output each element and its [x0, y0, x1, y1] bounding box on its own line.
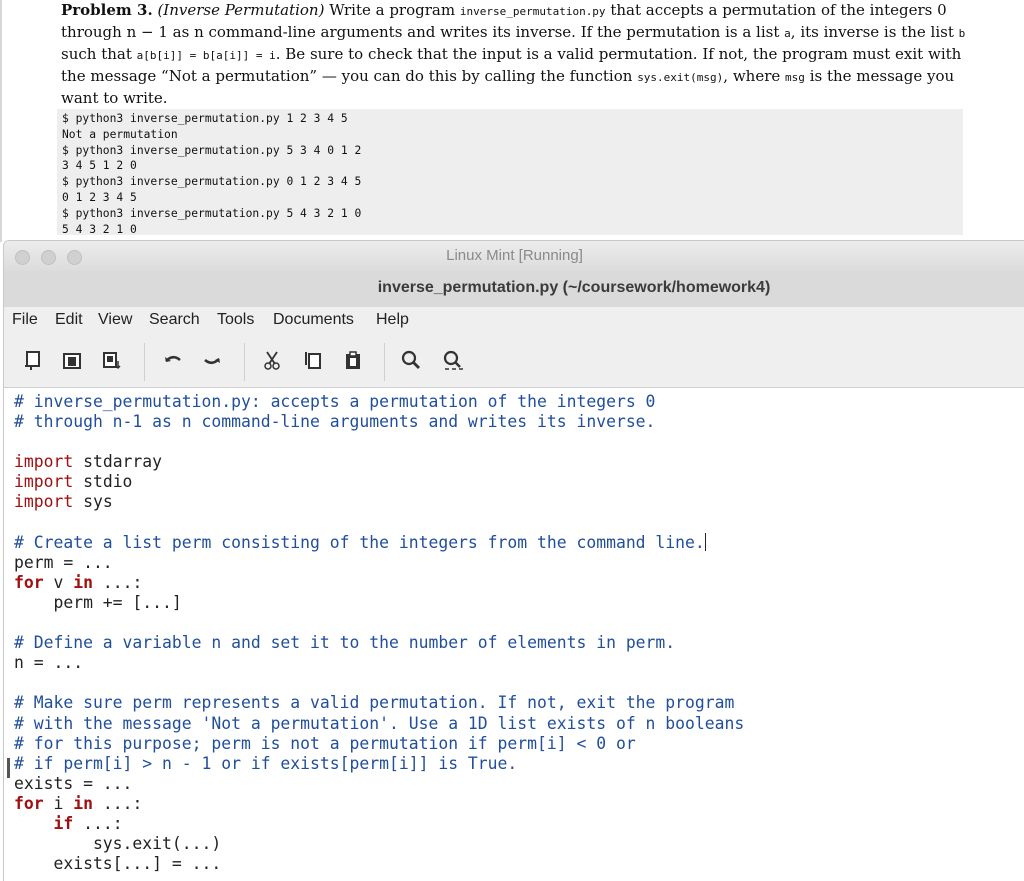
code-line: perm += [...]	[14, 592, 182, 612]
menu-file[interactable]: File	[12, 311, 38, 329]
document-border	[0, 0, 2, 242]
terminal-line: 5 4 3 2 1 0	[62, 222, 137, 236]
code-keyword: import	[14, 452, 74, 472]
code-keyword: for	[14, 572, 44, 592]
code-line: ...:	[73, 813, 123, 833]
terminal-line: $ python3 inverse_permutation.py 5 3 4 0…	[62, 143, 362, 157]
terminal-line: $ python3 inverse_permutation.py 5 4 3 2…	[62, 206, 362, 220]
code-line: n = ...	[14, 653, 84, 673]
problem-document: Problem 3. (Inverse Permutation) Write a…	[0, 0, 1024, 242]
code-keyword: in	[73, 572, 93, 592]
toolbar-separator	[244, 343, 245, 381]
code-keyword: import	[14, 472, 74, 492]
undo-icon[interactable]	[161, 348, 185, 372]
terminal-line: Not a permutation	[62, 127, 178, 141]
problem-code-identity: a[b[i]] = b[a[i]] = i	[136, 49, 276, 62]
gedit-titlebar: inverse_permutation.py (~/coursework/hom…	[4, 271, 1024, 308]
problem-code-a: a	[784, 27, 791, 40]
code-keyword: import	[14, 492, 74, 512]
code-line: # Define a variable n and set it to the …	[14, 633, 676, 653]
problem-text-span: write.	[123, 89, 168, 107]
terminal-example: $ python3 inverse_permutation.py 1 2 3 4…	[57, 109, 963, 237]
problem-text-span: message “Not a permutation” — you can do…	[90, 67, 633, 85]
problem-text-span: , where	[723, 67, 781, 85]
cut-icon[interactable]	[260, 348, 284, 372]
code-line: exists[...] = ...	[14, 854, 222, 874]
code-line: i	[43, 793, 74, 813]
gedit-window-title: inverse_permutation.py (~/coursework/hom…	[377, 279, 771, 296]
code-line: # inverse_permutation.py: accepts a perm…	[14, 392, 656, 411]
redo-icon[interactable]	[200, 348, 224, 372]
code-text[interactable]: # inverse_permutation.py: accepts a perm…	[7, 388, 1024, 874]
terminal-line: 0 1 2 3 4 5	[62, 190, 137, 204]
menubar: File Edit View Search Tools Documents He…	[4, 307, 1024, 337]
code-line: # if perm[i] > n - 1 or if exists[perm[i…	[14, 753, 518, 773]
open-icon[interactable]	[60, 348, 84, 372]
menu-edit[interactable]: Edit	[55, 311, 83, 329]
code-line: # through n-1 as n command-line argument…	[14, 412, 656, 432]
problem-label: Problem 3.	[61, 1, 153, 19]
editor-gutter-marker	[7, 758, 10, 778]
menu-help[interactable]: Help	[376, 311, 409, 329]
vm-window-title: Linux Mint [Running]	[446, 247, 583, 264]
terminal-line: 3 4 5 1 2 0	[62, 159, 137, 173]
paste-icon[interactable]	[341, 348, 365, 372]
menu-search[interactable]: Search	[149, 311, 200, 329]
code-line: sys.exit(...)	[14, 834, 222, 854]
problem-text-span: Write a program	[329, 1, 456, 19]
problem-title: (Inverse Permutation)	[157, 1, 325, 19]
new-document-icon[interactable]	[21, 348, 45, 372]
terminal-line: $ python3 inverse_permutation.py 0 1 2 3…	[62, 175, 362, 189]
code-line: exists = ...	[14, 773, 133, 793]
vm-window: Linux Mint [Running] inverse_permutation…	[3, 240, 1024, 881]
problem-code-msg: msg	[785, 71, 805, 84]
code-line: # with the message 'Not a permutation'. …	[14, 713, 745, 733]
problem-text-span: , its inverse is the list	[790, 23, 954, 41]
problem-text-span: such	[61, 45, 97, 63]
terminal-example-box: $ python3 inverse_permutation.py 1 2 3 4…	[57, 109, 963, 237]
code-line: stdio	[73, 472, 133, 492]
code-line: # for this purpose; perm is not a permut…	[14, 733, 636, 753]
problem-filename: inverse_permutation.py	[459, 5, 606, 18]
code-line: # Make sure perm represents a valid perm…	[14, 693, 735, 713]
code-editor[interactable]: # inverse_permutation.py: accepts a perm…	[4, 388, 1024, 881]
code-line: ...:	[92, 793, 143, 813]
code-line: ...:	[92, 572, 143, 592]
problem-code-b: b	[958, 27, 966, 40]
code-line: stdarray	[73, 452, 163, 472]
menu-tools[interactable]: Tools	[217, 311, 254, 329]
problem-text-span: that	[101, 45, 132, 63]
code-line: perm = ...	[14, 552, 113, 572]
copy-icon[interactable]	[301, 348, 325, 372]
code-keyword: in	[73, 793, 93, 813]
problem-text-span: that accepts a permutation of the intege…	[610, 1, 947, 19]
problem-text-span: through n − 1 as n command-line argument…	[61, 23, 780, 41]
code-line: sys	[73, 492, 113, 512]
terminal-line: $ python3 inverse_permutation.py 1 2 3 4…	[62, 112, 348, 125]
toolbar-separator	[384, 343, 385, 381]
toolbar-separator	[144, 343, 145, 381]
menu-view[interactable]: View	[98, 311, 132, 329]
find-replace-icon[interactable]	[441, 348, 465, 372]
vm-titlebar[interactable]: Linux Mint [Running]	[4, 241, 1024, 271]
code-keyword: for	[14, 793, 44, 813]
menu-documents[interactable]: Documents	[273, 311, 354, 329]
problem-text: Problem 3. (Inverse Permutation) Write a…	[61, 0, 966, 108]
problem-code-sysexit: sys.exit(msg)	[637, 71, 724, 84]
code-line: v	[43, 572, 74, 592]
toolbar	[4, 337, 1024, 388]
find-icon[interactable]	[399, 348, 423, 372]
text-cursor	[704, 532, 706, 551]
code-line: # Create a list perm consisting of the i…	[14, 532, 705, 552]
code-keyword: if	[53, 813, 74, 833]
save-icon[interactable]	[100, 348, 124, 372]
